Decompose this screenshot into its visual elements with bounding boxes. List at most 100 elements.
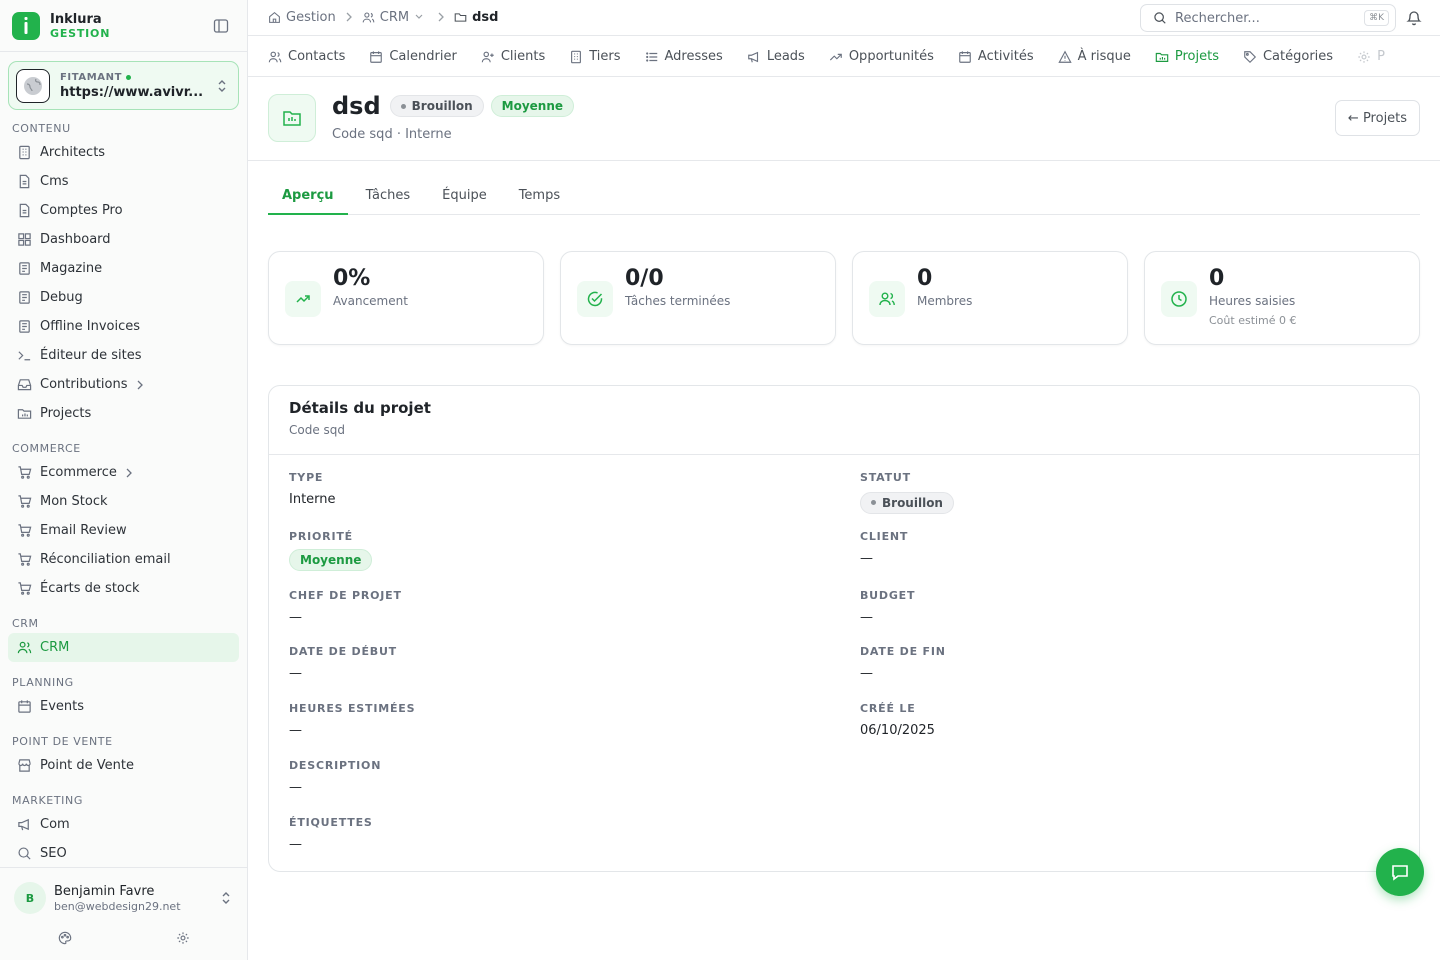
tab-contacts[interactable]: Contacts — [260, 36, 353, 76]
field-tags: ÉTIQUETTES — — [289, 816, 373, 852]
sidebar-item-crm[interactable]: CRM — [8, 633, 239, 662]
sidebar-item-label: Debug — [40, 290, 83, 305]
stat-value: 0 — [1209, 266, 1225, 291]
stat-card-tasks: 0/0 Tâches terminées — [560, 251, 836, 345]
tab-temps[interactable]: Temps — [505, 176, 574, 214]
app-root: Inklura GESTION FITAMANT https://www.avi… — [0, 0, 1440, 960]
nav-section-title: CRM — [12, 616, 39, 630]
tab-projets[interactable]: Projets — [1147, 36, 1227, 76]
users-icon — [362, 12, 375, 22]
avatar: B — [14, 882, 46, 914]
tab-adresses[interactable]: Adresses — [637, 36, 731, 76]
sidebar-item-comptes-pro[interactable]: Comptes Pro — [8, 196, 239, 225]
sidebar-item-magazine[interactable]: Magazine — [8, 254, 239, 283]
sidebar-item-cms[interactable]: Cms — [8, 167, 239, 196]
tab-categories[interactable]: Catégories — [1235, 36, 1341, 76]
chevron-right-icon — [125, 468, 133, 478]
nav-section-title: CONTENU — [12, 121, 71, 135]
sidebar-item-events[interactable]: Events — [8, 692, 239, 721]
tab-a-risque[interactable]: À risque — [1050, 36, 1139, 76]
site-label: FITAMANT — [60, 71, 123, 83]
chevron-right-icon — [345, 12, 353, 22]
sidebar-item-label: Ecommerce — [40, 465, 117, 480]
warning-icon — [1057, 50, 1078, 64]
page-title: dsd — [332, 92, 381, 120]
stat-extra: Coût estimé 0 € — [1209, 314, 1297, 327]
breadcrumb-crm-label: CRM — [379, 9, 410, 25]
sidebar-item-label: Email Review — [40, 523, 127, 538]
sidebar-item-com[interactable]: Com — [8, 810, 239, 839]
search-input[interactable]: Rechercher... ⌘K — [1140, 4, 1396, 32]
field-label: STATUT — [860, 471, 911, 484]
sidebar-item-seo[interactable]: SEO — [8, 839, 239, 866]
sidebar-item-editeur-de-sites[interactable]: Éditeur de sites — [8, 341, 239, 370]
brand-logo-icon — [12, 12, 40, 40]
site-switcher[interactable]: FITAMANT https://www.avivr... — [8, 61, 239, 110]
back-to-projects-button[interactable]: ← Projets — [1335, 100, 1420, 136]
details-title: Détails du projet — [289, 399, 431, 417]
tab-tiers[interactable]: Tiers — [561, 36, 628, 76]
users-icon — [268, 50, 288, 64]
tab-apercu[interactable]: Aperçu — [268, 176, 348, 215]
gear-icon[interactable] — [175, 930, 191, 946]
sidebar-item-label: Architects — [40, 145, 106, 160]
sidebar-item-label: Com — [40, 817, 70, 832]
breadcrumb: Gestion CRM dsd — [268, 8, 498, 26]
inbox-icon — [17, 377, 32, 392]
sidebar-item-architects[interactable]: Architects — [8, 138, 239, 167]
sidebar-item-label: Comptes Pro — [40, 203, 123, 218]
nav-section-title: POINT DE VENTE — [12, 734, 113, 748]
sidebar-item-ecommerce[interactable]: Ecommerce — [8, 458, 239, 487]
field-label: HEURES ESTIMÉES — [289, 702, 416, 715]
field-created: CRÉÉ LE 06/10/2025 — [860, 702, 935, 738]
tab-leads[interactable]: Leads — [739, 36, 813, 76]
tab-clients[interactable]: Clients — [473, 36, 553, 76]
tag-icon — [1243, 50, 1263, 64]
field-value: — — [289, 780, 302, 795]
palette-icon[interactable] — [57, 930, 73, 946]
chevron-right-icon — [136, 380, 144, 390]
sidebar-item-debug[interactable]: Debug — [8, 283, 239, 312]
breadcrumb-crm[interactable]: CRM — [362, 10, 428, 25]
field-label: DATE DE FIN — [860, 645, 946, 658]
tab-opportunites[interactable]: Opportunités — [821, 36, 942, 76]
field-status: STATUT Brouillon — [860, 471, 954, 514]
folder-icon — [17, 406, 32, 421]
field-label: PRIORITÉ — [289, 530, 353, 543]
gear-icon — [1357, 50, 1377, 64]
chevron-down-icon — [415, 14, 423, 19]
user-menu[interactable]: B Benjamin Favre ben@webdesign29.net — [14, 882, 238, 914]
sidebar-item-contributions[interactable]: Contributions — [8, 370, 239, 399]
field-value: — — [860, 666, 873, 681]
sidebar-item-label: Mon Stock — [40, 494, 108, 509]
sidebar-item-offline-invoices[interactable]: Offline Invoices — [8, 312, 239, 341]
stats-row: 0% Avancement 0/0 Tâches terminées 0 Mem… — [268, 251, 1420, 345]
stat-card-hours: 0 Heures saisies Coût estimé 0 € — [1144, 251, 1420, 345]
sidebar-toggle-icon[interactable] — [212, 17, 230, 35]
breadcrumb-home[interactable]: Gestion — [268, 10, 336, 25]
tab-calendrier[interactable]: Calendrier — [361, 36, 464, 76]
chevron-updown-icon — [216, 78, 228, 98]
sidebar-item-label: Events — [40, 699, 85, 714]
tab-equipe[interactable]: Équipe — [428, 176, 501, 214]
chat-button[interactable] — [1376, 848, 1424, 896]
trend-up-icon — [285, 281, 321, 317]
tab-p[interactable]: P — [1349, 36, 1393, 76]
priority-badge: Moyenne — [490, 95, 575, 117]
search-icon — [1153, 11, 1167, 25]
sidebar-item-dashboard[interactable]: Dashboard — [8, 225, 239, 254]
sidebar-nav: CONTENU Architects Cms Comptes Pro Dashboard… — [0, 118, 247, 866]
brand[interactable]: Inklura GESTION — [12, 11, 110, 41]
sidebar-item-ecarts-de-stock[interactable]: Écarts de stock — [8, 574, 239, 603]
bell-icon[interactable] — [1406, 9, 1422, 30]
sidebar-item-point-de-vente[interactable]: Point de Vente — [8, 751, 239, 780]
sidebar-item-label: Cms — [40, 174, 69, 189]
field-label: DATE DE DÉBUT — [289, 645, 397, 658]
sidebar-item-reconciliation-email[interactable]: Réconciliation email — [8, 545, 239, 574]
tab-activites[interactable]: Activités — [950, 36, 1042, 76]
sidebar-item-mon-stock[interactable]: Mon Stock — [8, 487, 239, 516]
sidebar-item-projects[interactable]: Projects — [8, 399, 239, 428]
sidebar-item-email-review[interactable]: Email Review — [8, 516, 239, 545]
tab-label: Leads — [766, 49, 805, 64]
tab-taches[interactable]: Tâches — [352, 176, 425, 214]
